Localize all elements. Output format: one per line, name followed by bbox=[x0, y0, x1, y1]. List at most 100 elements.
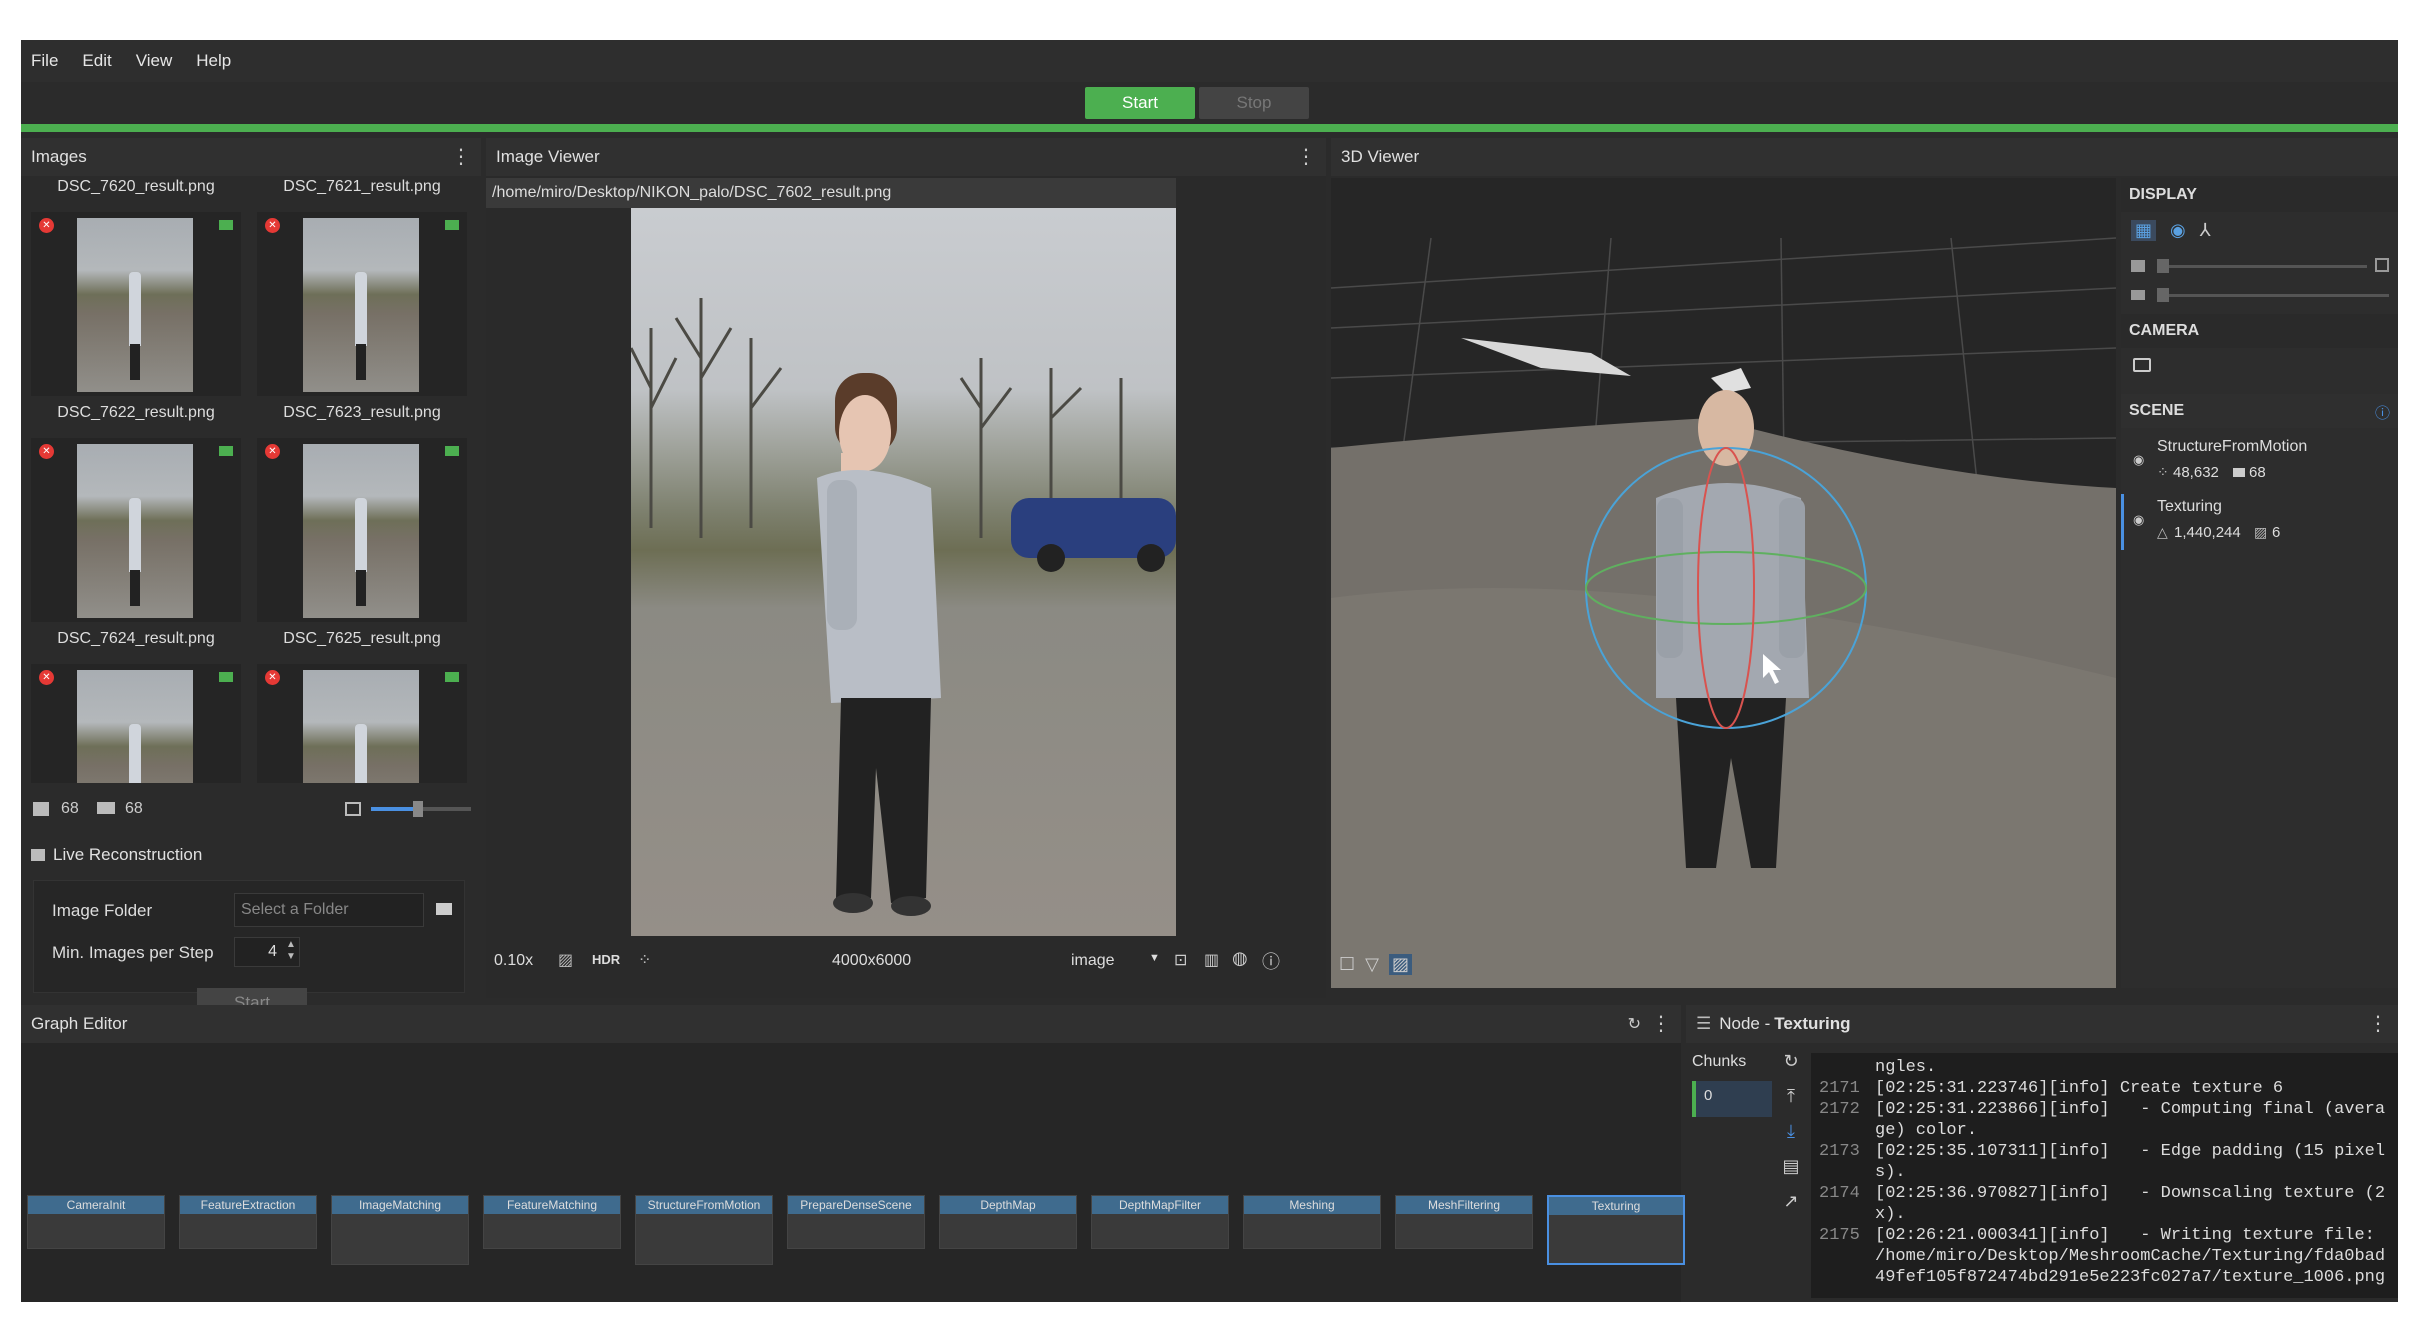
stepper-arrows-icon[interactable]: ▲ ▼ bbox=[286, 939, 296, 963]
error-icon: ✕ bbox=[39, 218, 54, 233]
thumbnail[interactable]: ✕ bbox=[257, 438, 467, 622]
globe-icon[interactable]: ◍ bbox=[1232, 948, 1248, 969]
graph-node[interactable]: CameraInit bbox=[27, 1195, 165, 1249]
start-button[interactable]: Start bbox=[1085, 87, 1195, 119]
log-line: /home/miro/Desktop/MeshroomCache/Texturi… bbox=[1875, 1247, 2386, 1266]
toolbar: Start Stop bbox=[21, 82, 2398, 120]
info-icon[interactable]: ⓘ bbox=[1262, 948, 1280, 974]
graph-node[interactable]: Meshing bbox=[1243, 1195, 1381, 1249]
menu-file[interactable]: File bbox=[31, 51, 58, 71]
stop-button[interactable]: Stop bbox=[1199, 87, 1309, 119]
more-options-icon[interactable]: ⋮ bbox=[1651, 1011, 1671, 1036]
image-viewer-panel: Image Viewer ⋮ /home/miro/Desktop/NIKON_… bbox=[486, 138, 1326, 998]
points-count: 48,632 bbox=[2173, 464, 2219, 481]
thumbnail[interactable]: ✕ bbox=[257, 664, 467, 783]
channel-select[interactable]: image bbox=[1071, 952, 1115, 970]
menu-edit[interactable]: Edit bbox=[82, 51, 111, 71]
scene-item[interactable]: ◉ Texturing △ 1,440,244 ▨ 6 bbox=[2121, 494, 2398, 550]
menu-view[interactable]: View bbox=[136, 51, 173, 71]
texture-icon[interactable]: ▨ bbox=[1388, 953, 1412, 975]
menu-help[interactable]: Help bbox=[196, 51, 231, 71]
graph-node[interactable]: DepthMapFilter bbox=[1091, 1195, 1229, 1249]
graph-node[interactable]: StructureFromMotion bbox=[635, 1195, 773, 1265]
more-options-icon[interactable]: ⋮ bbox=[2368, 1011, 2388, 1036]
bounding-box-icon[interactable]: ☐ bbox=[1339, 954, 1355, 975]
image-viewer-header: Image Viewer ⋮ bbox=[486, 138, 1326, 176]
thumbnail[interactable]: ✕ bbox=[257, 212, 467, 396]
more-options-icon[interactable]: ⋮ bbox=[1296, 144, 1316, 169]
more-options-icon[interactable]: ⋮ bbox=[451, 144, 471, 169]
camera-snapshot-icon[interactable] bbox=[2133, 358, 2151, 372]
graph-canvas[interactable]: CameraInit FeatureExtraction ImageMatchi… bbox=[21, 1043, 1685, 1302]
scroll-bottom-icon[interactable]: ⤓ bbox=[1787, 1121, 1795, 1142]
thumbnail-size-slider[interactable] bbox=[371, 801, 471, 817]
graph-node[interactable]: ImageMatching bbox=[331, 1195, 469, 1265]
filter-icon[interactable]: ▽ bbox=[1365, 954, 1379, 975]
thumbnail[interactable]: ✕ bbox=[31, 212, 241, 396]
camera-status-icon bbox=[445, 672, 459, 682]
exposure-icon[interactable]: ▨ bbox=[558, 950, 573, 970]
thumbnail[interactable]: ✕ bbox=[31, 664, 241, 783]
image-folder-input[interactable]: Select a Folder bbox=[234, 893, 424, 927]
node-ports bbox=[1092, 1214, 1228, 1218]
graph-node[interactable]: FeatureExtraction bbox=[179, 1195, 317, 1249]
eye-icon[interactable]: ◉ bbox=[2133, 512, 2144, 528]
camera-icon bbox=[2233, 468, 2245, 477]
log-output[interactable]: ngles. 2171 [02:25:31.223746][info] Creat… bbox=[1811, 1053, 2398, 1298]
chunk-item[interactable]: 0 bbox=[1692, 1081, 1772, 1117]
node-label: FeatureMatching bbox=[484, 1196, 620, 1214]
log-line: 2173 [02:25:35.107311][info] - Edge paddi… bbox=[1819, 1142, 2386, 1161]
live-reconstruction-header[interactable]: Live Reconstruction bbox=[21, 838, 481, 872]
thumbnail[interactable]: ✕ bbox=[31, 438, 241, 622]
hdr-toggle[interactable]: HDR bbox=[592, 952, 620, 967]
graph-node[interactable]: FeatureMatching bbox=[483, 1195, 621, 1249]
error-icon: ✕ bbox=[265, 218, 280, 233]
refresh-icon[interactable]: ↻ bbox=[1628, 1014, 1641, 1034]
fit-view-icon[interactable] bbox=[2375, 258, 2389, 272]
camera-header: CAMERA bbox=[2121, 314, 2398, 348]
folder-icon[interactable] bbox=[436, 903, 452, 915]
info-icon[interactable]: ⓘ bbox=[2375, 402, 2390, 423]
graph-node[interactable]: MeshFiltering bbox=[1395, 1195, 1533, 1249]
log-line: 2175 [02:26:21.000341][info] - Writing te… bbox=[1819, 1226, 2375, 1245]
graph-node[interactable]: DepthMap bbox=[939, 1195, 1077, 1249]
meshroom-window: File Edit View Help Start Stop Images ⋮ … bbox=[21, 40, 2398, 1302]
image-gallery[interactable]: DSC_7620_result.png DSC_7621_result.png … bbox=[21, 178, 481, 783]
slider-handle[interactable] bbox=[2157, 288, 2169, 302]
points-size-slider[interactable] bbox=[2157, 259, 2367, 273]
viewport-3d[interactable]: ☐ ▽ ▨ bbox=[1331, 178, 2116, 988]
copy-icon[interactable]: ▤ bbox=[1782, 1156, 1799, 1177]
slider-handle[interactable] bbox=[413, 801, 423, 817]
person-figure bbox=[129, 724, 141, 783]
scene-item[interactable]: ◉ StructureFromMotion ⁘ 48,632 68 bbox=[2121, 434, 2398, 490]
features-icon[interactable]: ⁘ bbox=[638, 950, 651, 970]
person-legs bbox=[130, 570, 140, 606]
log-line: 49fef105f872474bd291e5e223fc027a7/textur… bbox=[1875, 1268, 2386, 1287]
gizmo-icon[interactable]: ◉ bbox=[2170, 220, 2186, 241]
eye-icon[interactable]: ◉ bbox=[2133, 452, 2144, 468]
camera-scale-slider[interactable] bbox=[2157, 288, 2389, 302]
grid-icon[interactable]: ▦ bbox=[2131, 220, 2157, 241]
viewer-3d-header: 3D Viewer bbox=[1331, 138, 2398, 176]
viewport-toolbar: ☐ ▽ ▨ bbox=[1339, 948, 1449, 980]
histogram-icon[interactable]: ▥ bbox=[1204, 950, 1219, 970]
viewed-image[interactable] bbox=[631, 208, 1176, 936]
refresh-icon[interactable]: ↻ bbox=[1783, 1051, 1798, 1072]
chevron-down-icon[interactable]: ▼ bbox=[1149, 952, 1160, 964]
node-panel: ☰ Node - Texturing ⋮ Chunks 0 ↻ ⤒ ⤓ ▤ ↗ … bbox=[1686, 1005, 2398, 1302]
node-panel-header: ☰ Node - Texturing ⋮ bbox=[1686, 1005, 2398, 1043]
graph-node-selected[interactable]: Texturing bbox=[1547, 1195, 1685, 1265]
slider-handle[interactable] bbox=[2157, 259, 2169, 273]
triangles-count: 1,440,244 bbox=[2174, 524, 2241, 541]
viewer-3d-sidebar: DISPLAY ▦ ◉ ⅄ CAMERA SCENE ⓘ ◉ Structure… bbox=[2121, 178, 2398, 988]
open-external-icon[interactable]: ↗ bbox=[1783, 1191, 1798, 1212]
graph-node[interactable]: PrepareDenseScene bbox=[787, 1195, 925, 1249]
image-folder-label: Image Folder bbox=[52, 901, 153, 920]
axis-icon[interactable]: ⅄ bbox=[2200, 220, 2211, 241]
points-icon: ⁘ bbox=[2157, 464, 2169, 480]
node-ports bbox=[180, 1214, 316, 1218]
metadata-icon[interactable]: ⊡ bbox=[1174, 950, 1187, 970]
scroll-top-icon[interactable]: ⤒ bbox=[1787, 1086, 1795, 1107]
image-viewer-title: Image Viewer bbox=[496, 147, 600, 166]
graph-editor-title: Graph Editor bbox=[31, 1014, 128, 1033]
